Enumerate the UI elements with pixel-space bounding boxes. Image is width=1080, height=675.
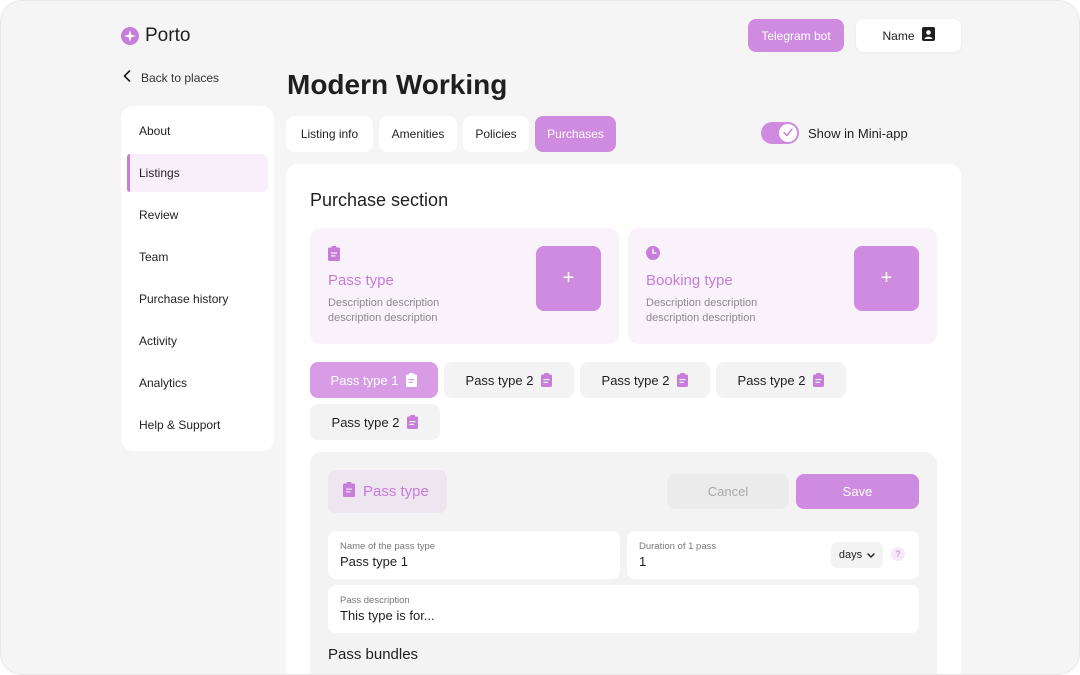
chip-label: Pass type 2 [465, 372, 534, 388]
duration-field[interactable]: Duration of 1 pass 1 days ? [627, 531, 919, 579]
duration-unit-select[interactable]: days [831, 542, 883, 568]
cancel-button[interactable]: Cancel [667, 474, 789, 509]
pass-bundles-title: Pass bundles [328, 646, 419, 663]
back-label: Back to places [141, 70, 220, 85]
clipboard-icon [407, 415, 419, 429]
tab-purchases[interactable]: Purchases [535, 116, 616, 152]
clipboard-icon [677, 373, 689, 387]
sidebar: About Listings Review Team Purchase hist… [121, 106, 274, 451]
help-icon[interactable]: ? [891, 547, 905, 561]
clipboard-icon [328, 246, 340, 266]
clipboard-icon [813, 373, 825, 387]
show-in-mini-app-toggle[interactable] [761, 122, 799, 144]
pass-description-field[interactable]: Pass description This type is for... [328, 585, 919, 633]
tab-policies[interactable]: Policies [463, 116, 529, 152]
pass-type-card: Pass type Description description descri… [310, 228, 619, 344]
sidebar-item-activity[interactable]: Activity [127, 322, 268, 360]
section-title: Purchase section [310, 190, 449, 210]
page-title: Modern Working [287, 69, 508, 100]
clipboard-icon [406, 373, 418, 387]
profile-name-label: Name [882, 28, 915, 43]
chevron-down-icon [867, 549, 875, 561]
toggle-knob [779, 124, 797, 142]
pass-type-name-field[interactable]: Name of the pass type Pass type 1 [328, 531, 620, 579]
toggle-label: Show in Mini-app [808, 125, 908, 141]
purchase-panel: Purchase section Pass type Description d… [286, 164, 961, 674]
add-booking-type-button[interactable]: + [854, 246, 919, 311]
pass-type-chip[interactable]: Pass type 2 [310, 404, 440, 440]
logo-text: Porto [145, 25, 191, 46]
sidebar-item-review[interactable]: Review [127, 196, 268, 234]
sidebar-item-about[interactable]: About [127, 112, 268, 150]
sidebar-item-analytics[interactable]: Analytics [127, 364, 268, 402]
unit-select-value: days [838, 549, 863, 561]
field-label: Pass description [340, 595, 410, 606]
sidebar-item-purchase-history[interactable]: Purchase history [127, 280, 268, 318]
booking-type-card: Booking type Description description des… [628, 228, 937, 344]
clock-icon [646, 246, 660, 265]
logo[interactable]: Porto [121, 25, 190, 47]
telegram-bot-button[interactable]: Telegram bot [748, 19, 844, 52]
profile-button[interactable]: Name [856, 19, 961, 52]
chevron-left-icon [123, 70, 131, 85]
chip-label: Pass type 2 [331, 414, 400, 430]
sidebar-item-team[interactable]: Team [127, 238, 268, 276]
pass-type-badge-label: Pass type [363, 483, 429, 500]
booking-type-card-title: Booking type [646, 272, 733, 289]
chip-label: Pass type 2 [737, 372, 806, 388]
clipboard-icon [343, 482, 355, 501]
back-to-places-link[interactable]: Back to places [123, 70, 219, 85]
pass-type-card-title: Pass type [328, 272, 394, 289]
pass-type-chip[interactable]: Pass type 1 [310, 362, 438, 398]
contact-card-icon [921, 27, 935, 44]
chip-label: Pass type 1 [330, 372, 399, 388]
pass-type-editor: Pass type Cancel Save Name of the pass t… [310, 452, 937, 674]
check-icon [783, 124, 793, 142]
pass-type-chip[interactable]: Pass type 2 [716, 362, 846, 398]
tab-amenities[interactable]: Amenities [379, 116, 457, 152]
tab-listing-info[interactable]: Listing info [286, 116, 373, 152]
sidebar-item-listings[interactable]: Listings [127, 154, 268, 192]
save-button[interactable]: Save [796, 474, 919, 509]
show-in-mini-app-toggle-row: Show in Mini-app [761, 122, 908, 144]
pass-type-chip[interactable]: Pass type 2 [580, 362, 710, 398]
add-pass-type-button[interactable]: + [536, 246, 601, 311]
clipboard-icon [541, 373, 553, 387]
pass-type-card-description: Description description description desc… [328, 297, 440, 324]
chip-label: Pass type 2 [601, 372, 670, 388]
field-value: This type is for... [340, 608, 435, 623]
booking-type-card-description: Description description description desc… [646, 297, 758, 324]
field-value: Pass type 1 [340, 554, 408, 569]
app-window: Porto Telegram bot Name Back to places M… [0, 0, 1080, 675]
pass-type-badge: Pass type [328, 470, 447, 513]
field-label: Name of the pass type [340, 541, 436, 552]
sidebar-item-help-support[interactable]: Help & Support [127, 406, 268, 444]
pass-type-chip[interactable]: Pass type 2 [444, 362, 574, 398]
sparkle-icon [121, 27, 139, 45]
